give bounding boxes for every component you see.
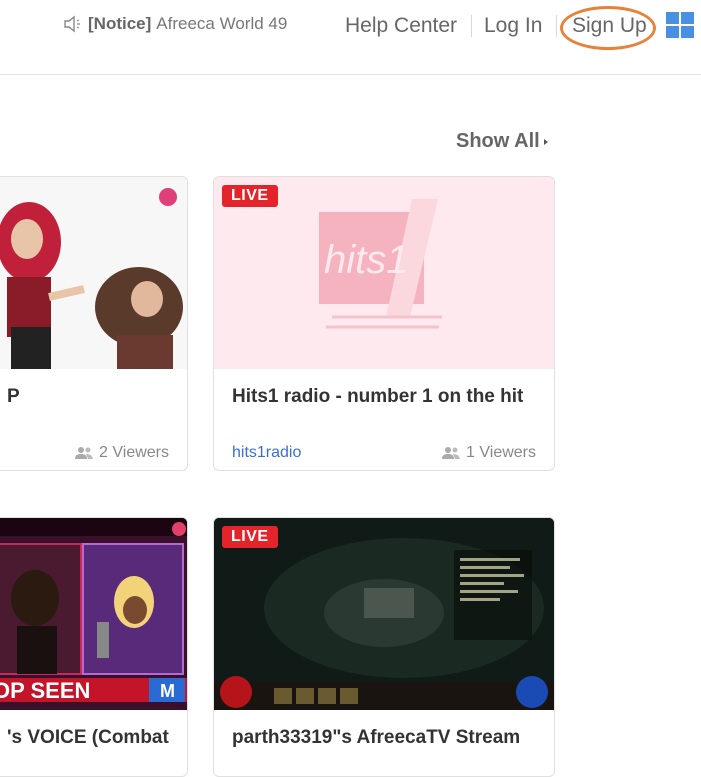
viewers-icon — [75, 447, 94, 459]
svg-text:M: M — [160, 681, 175, 701]
stream-card[interactable]: hits1 LIVE Hits1 radio - number 1 on the… — [213, 176, 555, 471]
stream-thumbnail[interactable] — [0, 177, 187, 369]
sign-up-link[interactable]: Sign Up — [572, 12, 647, 40]
viewer-count: 1 Viewers — [442, 444, 536, 462]
notice-tag: [Notice] — [88, 14, 152, 33]
live-badge: LIVE — [222, 526, 278, 548]
chevron-right-icon — [543, 138, 548, 145]
show-all-label: Show All — [456, 130, 540, 152]
top-header: [Notice] Afreeca World 49 Help Center Lo… — [0, 0, 701, 75]
podcast-thumbnail-image: OP SEEN M — [0, 518, 187, 710]
stream-thumbnail[interactable]: OP SEEN M — [0, 518, 187, 710]
stream-title[interactable]: Hits1 radio - number 1 on the hit — [232, 386, 523, 408]
stream-thumbnail[interactable]: LIVE — [214, 518, 554, 710]
viewer-count-label: 2 Viewers — [99, 444, 169, 461]
log-in-link[interactable]: Log In — [484, 12, 542, 40]
nav-divider — [556, 15, 557, 37]
badge-icon — [172, 522, 186, 536]
live-badge: LIVE — [222, 185, 278, 207]
stream-title[interactable]: 's VOICE (Combat — [7, 727, 169, 749]
viewers-icon — [442, 447, 461, 459]
help-center-link[interactable]: Help Center — [345, 12, 457, 40]
speaker-icon — [64, 15, 80, 33]
stream-card[interactable]: P 2 Viewers — [0, 176, 188, 471]
stream-card[interactable]: OP SEEN M 's VOICE (Combat — [0, 517, 188, 777]
dancers-thumbnail-image — [0, 177, 187, 369]
viewer-count: 2 Viewers — [75, 444, 169, 462]
stream-thumbnail[interactable]: hits1 LIVE — [214, 177, 554, 369]
notice-bar[interactable]: [Notice] Afreeca World 49 — [62, 14, 287, 34]
stream-title[interactable]: P — [7, 386, 20, 408]
show-all-link[interactable]: Show All — [456, 130, 548, 153]
badge-icon — [159, 188, 177, 206]
nav-divider — [471, 15, 472, 37]
svg-text:hits1: hits1 — [324, 238, 409, 282]
channel-name-link[interactable]: hits1radio — [232, 444, 301, 462]
viewer-count-label: 1 Viewers — [466, 444, 536, 461]
stream-title[interactable]: parth33319"s AfreecaTV Stream — [232, 727, 520, 749]
notice-text: Afreeca World 49 — [156, 14, 288, 33]
svg-text:OP SEEN: OP SEEN — [0, 678, 90, 703]
stream-card[interactable]: LIVE parth33319"s AfreecaTV Stream — [213, 517, 555, 777]
grid-menu-icon[interactable] — [666, 12, 694, 38]
